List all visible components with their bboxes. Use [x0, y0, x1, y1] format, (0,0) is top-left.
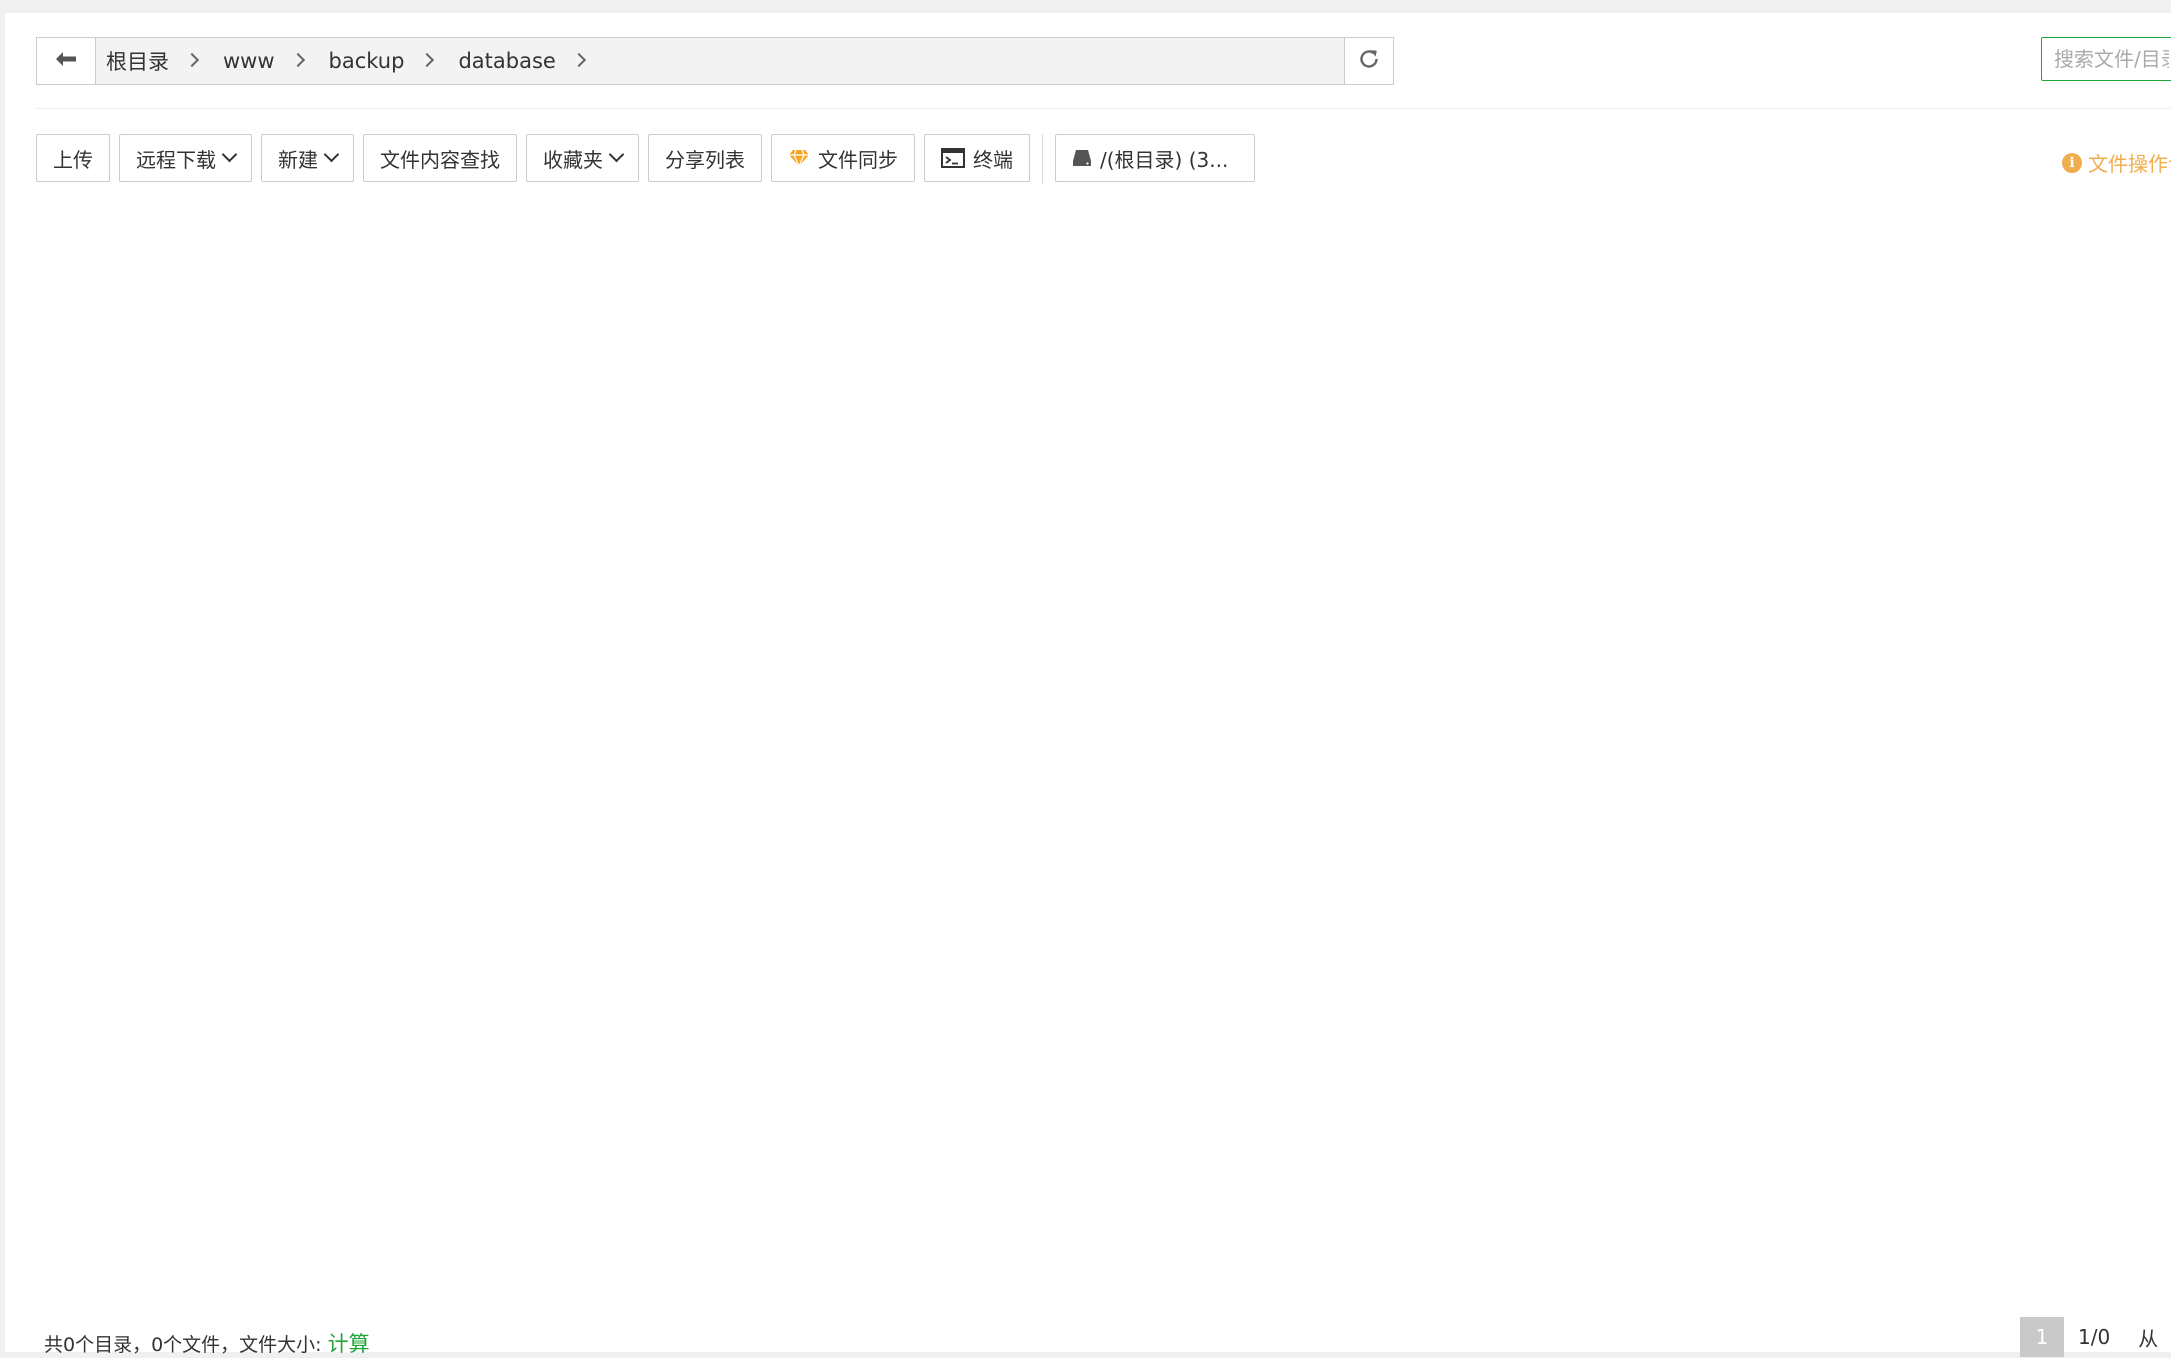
new-dropdown[interactable]: 新建 — [261, 134, 354, 182]
toolbar-divider — [1042, 134, 1043, 184]
search-input[interactable] — [2041, 37, 2171, 81]
info-icon: i — [2062, 152, 2082, 173]
file-summary: 共0个目录，0个文件，文件大小: 计算 — [44, 1328, 370, 1358]
page-info: 1/0 — [2078, 1325, 2111, 1349]
chevron-right-icon — [420, 52, 435, 68]
chevron-right-icon — [184, 52, 200, 68]
disk-button[interactable]: /(根目录) (3... — [1055, 134, 1256, 182]
content-search-button[interactable]: 文件内容查找 — [363, 134, 517, 182]
breadcrumb-item-database[interactable]: database — [458, 49, 555, 73]
chevron-down-icon — [323, 146, 340, 162]
remote-download-label: 远程下载 — [136, 147, 216, 172]
arrow-left-icon — [55, 51, 77, 71]
terminal-label: 终端 — [973, 147, 1013, 172]
upload-label: 上传 — [53, 147, 93, 172]
terminal-button[interactable]: 终端 — [924, 134, 1030, 182]
diamond-icon — [788, 149, 810, 167]
new-label: 新建 — [278, 147, 318, 172]
file-sync-button[interactable]: 文件同步 — [771, 134, 915, 182]
address-bar: 根目录 www backup database — [36, 37, 1394, 85]
operation-log-link[interactable]: i 文件操作记录 — [2062, 148, 2171, 177]
toolbar: 上传 远程下载 新建 文件内容查找 收藏夹 分享列表 文件同步 终端 /(根目录… — [36, 134, 1264, 184]
page-jump-label: 从 — [2138, 1326, 2159, 1351]
file-manager-panel — [5, 13, 2171, 1352]
disk-label: /(根目录) (3... — [1100, 147, 1229, 172]
favorites-label: 收藏夹 — [543, 147, 603, 172]
terminal-icon — [941, 148, 965, 168]
chevron-down-icon — [221, 146, 238, 162]
breadcrumb-item-backup[interactable]: backup — [329, 49, 405, 73]
favorites-dropdown[interactable]: 收藏夹 — [526, 134, 639, 182]
refresh-icon — [1357, 47, 1381, 75]
breadcrumb-item-www[interactable]: www — [223, 49, 275, 73]
upload-button[interactable]: 上传 — [36, 134, 110, 182]
remote-download-dropdown[interactable]: 远程下载 — [119, 134, 252, 182]
breadcrumb: 根目录 www backup database — [95, 37, 1345, 85]
summary-text: 共0个目录，0个文件，文件大小: — [44, 1334, 328, 1356]
share-list-button[interactable]: 分享列表 — [648, 134, 762, 182]
operation-log-label: 文件操作记录 — [2088, 152, 2171, 176]
back-button[interactable] — [36, 37, 95, 85]
page-current[interactable]: 1 — [2020, 1317, 2064, 1357]
pagination: 1 1/0 从 — [2020, 1317, 2171, 1357]
chevron-right-icon — [571, 52, 586, 68]
share-list-label: 分享列表 — [665, 147, 745, 172]
chevron-down-icon — [608, 146, 625, 162]
hard-drive-icon — [1072, 149, 1092, 167]
chevron-right-icon — [290, 52, 305, 68]
divider — [36, 108, 2171, 109]
breadcrumb-item-root[interactable]: 根目录 — [106, 46, 169, 76]
calculate-size-link[interactable]: 计算 — [328, 1332, 370, 1356]
refresh-button[interactable] — [1345, 37, 1394, 85]
content-search-label: 文件内容查找 — [380, 147, 500, 172]
file-sync-label: 文件同步 — [818, 147, 898, 172]
